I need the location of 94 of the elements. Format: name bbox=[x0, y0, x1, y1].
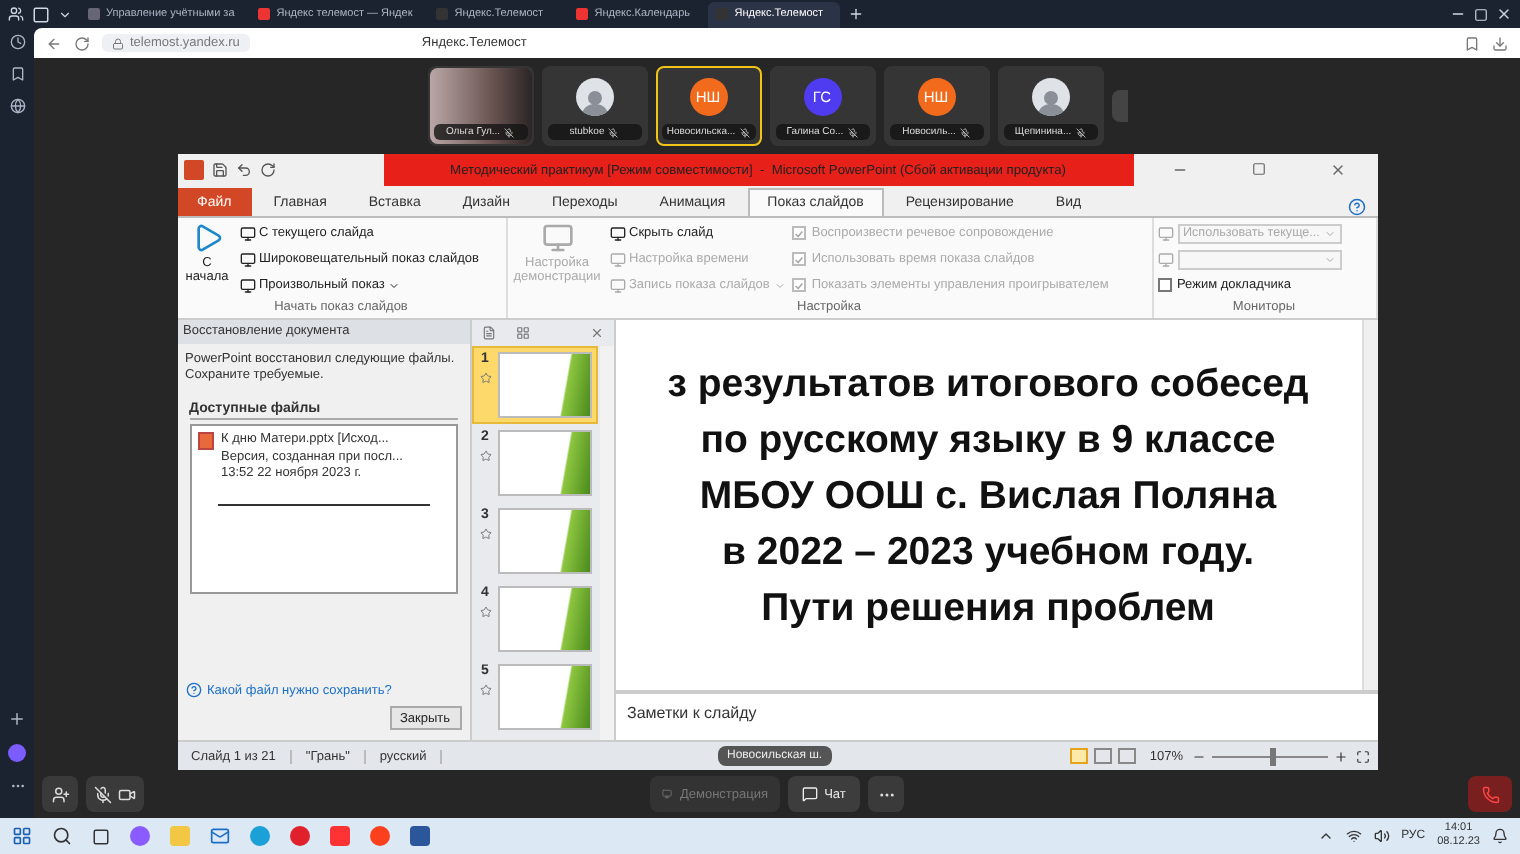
more-button[interactable] bbox=[868, 776, 904, 812]
notification-icon[interactable] bbox=[1492, 828, 1508, 844]
slide-text: МБОУ ООШ с. Вислая Поляна bbox=[699, 472, 1277, 522]
help-icon[interactable] bbox=[1347, 198, 1365, 216]
star-icon bbox=[479, 450, 491, 462]
globe-icon[interactable] bbox=[9, 98, 25, 114]
monitor-icon bbox=[1157, 225, 1173, 241]
slide-preview bbox=[497, 352, 591, 418]
slide-preview bbox=[497, 508, 591, 574]
profile-icon[interactable] bbox=[8, 6, 24, 22]
bookmark-icon[interactable] bbox=[9, 66, 25, 82]
save-icon[interactable] bbox=[211, 162, 227, 178]
monitor-icon bbox=[609, 225, 625, 241]
bookmark-icon[interactable] bbox=[1464, 35, 1480, 51]
invite-button[interactable] bbox=[42, 776, 78, 812]
hang-up-button[interactable] bbox=[1468, 776, 1512, 812]
dropdown-icon bbox=[1323, 227, 1335, 239]
dropdown-icon bbox=[773, 279, 786, 291]
favicon-icon bbox=[88, 8, 100, 20]
slide-text: по русскому языку в 9 классе bbox=[700, 416, 1276, 466]
monitor-icon bbox=[609, 251, 625, 267]
monitor-icon bbox=[239, 251, 255, 267]
download-icon[interactable] bbox=[1492, 35, 1508, 51]
task-view-icon[interactable] bbox=[92, 827, 110, 845]
search-icon[interactable] bbox=[52, 826, 72, 846]
avatar-silhouette bbox=[1031, 78, 1069, 116]
favicon-icon bbox=[576, 8, 589, 20]
add-icon[interactable] bbox=[8, 710, 26, 728]
monitor-icon bbox=[239, 277, 255, 293]
favicon-icon bbox=[258, 8, 271, 20]
reload-icon[interactable] bbox=[74, 35, 90, 51]
back-icon[interactable] bbox=[46, 35, 62, 51]
mic-off-icon bbox=[739, 127, 750, 137]
network-icon[interactable] bbox=[1345, 828, 1362, 844]
checkbox bbox=[791, 226, 806, 240]
monitor-icon bbox=[609, 277, 625, 293]
document-app-icon[interactable] bbox=[410, 826, 430, 846]
app-logo-icon bbox=[183, 160, 203, 180]
slide-preview bbox=[497, 586, 591, 652]
slide-text: Пути решения проблем bbox=[761, 584, 1215, 634]
assistant-icon[interactable] bbox=[130, 826, 150, 846]
favicon-icon bbox=[436, 8, 449, 20]
mic-off-icon bbox=[94, 785, 112, 803]
mic-off-icon bbox=[1075, 127, 1086, 137]
checkbox bbox=[1157, 278, 1171, 292]
undo-icon[interactable] bbox=[235, 162, 251, 178]
add-user-icon bbox=[51, 785, 69, 803]
camera-icon bbox=[118, 785, 136, 803]
history-icon[interactable] bbox=[9, 34, 25, 50]
chat-icon bbox=[802, 786, 819, 802]
zoom-in-icon[interactable] bbox=[1333, 749, 1347, 763]
star-icon bbox=[479, 528, 491, 540]
tab-square-icon[interactable] bbox=[32, 5, 50, 23]
play-icon bbox=[191, 222, 223, 254]
star-icon bbox=[479, 372, 491, 384]
volume-icon[interactable] bbox=[1373, 828, 1390, 844]
mic-off-icon bbox=[847, 127, 858, 137]
mail-icon[interactable] bbox=[210, 826, 230, 846]
help-icon bbox=[185, 682, 201, 698]
monitor-icon bbox=[541, 222, 573, 254]
new-tab-icon[interactable] bbox=[848, 6, 865, 22]
checkbox bbox=[791, 252, 806, 266]
dropdown-icon bbox=[388, 279, 401, 291]
avatar-silhouette bbox=[575, 78, 613, 116]
outline-tab-icon[interactable] bbox=[515, 326, 529, 340]
screen-icon bbox=[662, 786, 672, 802]
dropdown-icon bbox=[1323, 253, 1335, 265]
sorter-view-icon[interactable] bbox=[1093, 748, 1112, 764]
dropdown-icon[interactable] bbox=[58, 7, 72, 21]
monitor-icon bbox=[1157, 251, 1173, 267]
assistant-icon[interactable] bbox=[8, 744, 26, 762]
slider-thumb[interactable] bbox=[1269, 747, 1275, 765]
monitor-icon bbox=[239, 225, 255, 241]
mic-off-icon bbox=[959, 127, 970, 137]
star-icon bbox=[479, 606, 491, 618]
mic-off-icon bbox=[608, 127, 619, 137]
slide-text: в 2022 – 2023 учебном году. bbox=[721, 528, 1255, 578]
media-button[interactable] bbox=[86, 776, 144, 812]
reading-view-icon[interactable] bbox=[1117, 748, 1136, 764]
fit-icon[interactable] bbox=[1355, 749, 1369, 763]
file-icon bbox=[197, 431, 213, 450]
star-icon bbox=[479, 684, 491, 696]
redo-icon[interactable] bbox=[259, 162, 275, 178]
maximize-icon[interactable] bbox=[1251, 162, 1266, 176]
slide-preview bbox=[497, 664, 591, 730]
start-icon[interactable] bbox=[12, 826, 32, 846]
slide-preview bbox=[497, 430, 591, 496]
checkbox bbox=[791, 278, 806, 292]
mic-off-icon bbox=[504, 127, 515, 137]
slide-text: з результатов итогового собесед bbox=[667, 360, 1309, 410]
phone-icon bbox=[1481, 785, 1499, 803]
slides-tab-icon[interactable] bbox=[481, 326, 495, 340]
close-icon[interactable] bbox=[1329, 162, 1346, 178]
lock-icon bbox=[112, 37, 124, 49]
